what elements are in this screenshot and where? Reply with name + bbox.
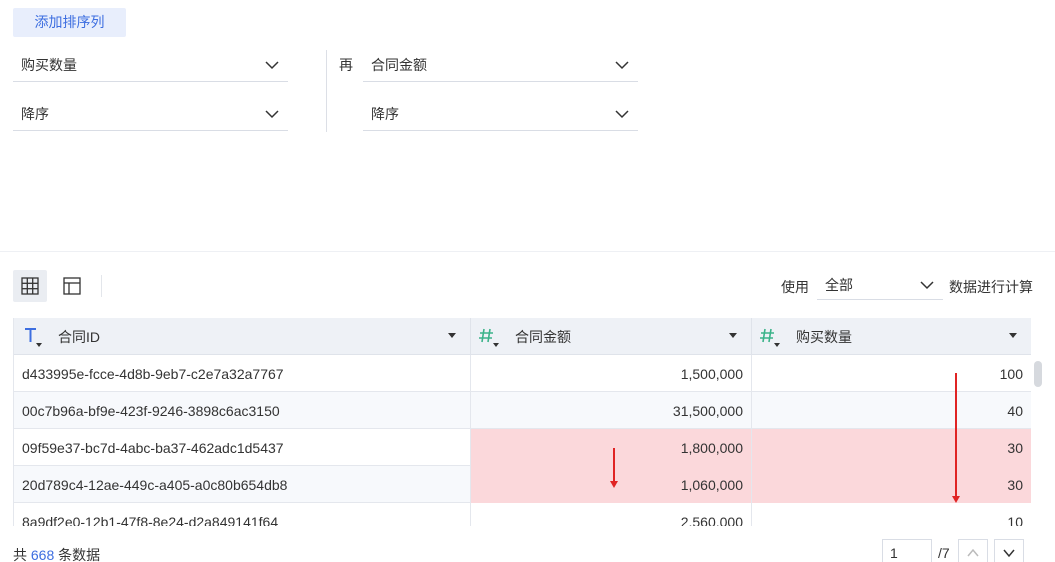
sort-divider (326, 50, 327, 132)
chevron-down-icon (920, 280, 934, 289)
sort-arrow-amount-annotation (610, 448, 618, 488)
purchase-qty-cell: 30 (752, 466, 1031, 503)
layout-icon (63, 277, 81, 295)
toolbar-divider (101, 275, 102, 297)
primary-sort-order-select[interactable]: 降序 (13, 97, 288, 131)
chevron-down-icon (265, 60, 279, 69)
calc-label: 数据进行计算 (949, 279, 1033, 295)
contract-id-cell: 09f59e37-bc7d-4abc-ba37-462adc1d5437 (14, 429, 471, 466)
contract-id-cell: d433995e-fcce-4d8b-9eb7-c2e7a32a7767 (14, 355, 471, 392)
then-label: 再 (339, 57, 353, 73)
layout-view-button[interactable] (55, 270, 89, 302)
grid-view-button[interactable] (13, 270, 47, 302)
column-header-contract-amount[interactable]: 合同金额 (471, 318, 752, 355)
record-count-prefix: 共 (13, 547, 27, 562)
secondary-sort-order-value: 降序 (371, 105, 399, 122)
record-count: 共 668 条数据 (13, 545, 100, 562)
contract-amount-cell: 2,560,000 (471, 503, 752, 526)
table-header: 合同ID 合同金额 购买数量 (14, 318, 1031, 355)
table-row: 09f59e37-bc7d-4abc-ba37-462adc1d5437 1,8… (14, 429, 1031, 466)
number-type-icon (760, 326, 782, 348)
purchase-qty-cell: 100 (752, 355, 1031, 392)
column-header-label: 合同ID (58, 328, 100, 345)
primary-sort-field-value: 购买数量 (21, 56, 77, 73)
contract-amount-cell: 31,500,000 (471, 392, 752, 429)
table-row: 8a9df2e0-12b1-47f8-8e24-d2a849141f64 2,5… (14, 503, 1031, 526)
add-sort-column-button[interactable]: 添加排序列 (13, 8, 126, 37)
purchase-qty-cell: 40 (752, 392, 1031, 429)
chevron-down-icon (265, 109, 279, 118)
next-page-button[interactable] (994, 539, 1024, 562)
contract-id-cell: 00c7b96a-bf9e-423f-9246-3898c6ac3150 (14, 392, 471, 429)
column-menu-caret-icon[interactable] (1009, 333, 1017, 338)
column-header-label: 合同金额 (515, 328, 571, 345)
table-row: 20d789c4-12ae-449c-a405-a0c80b654db8 1,0… (14, 466, 1031, 503)
chevron-down-icon (615, 60, 629, 69)
prev-page-button[interactable] (958, 539, 988, 562)
secondary-sort-field-value: 合同金额 (371, 56, 427, 73)
chevron-up-icon (967, 548, 979, 557)
text-type-icon (22, 326, 44, 348)
data-preview-table: 合同ID 合同金额 购买数量 d433995e-fcce-4d8b-9eb7-c… (13, 318, 1031, 526)
grid-icon (21, 277, 39, 295)
sort-config-panel: 添加排序列 购买数量 降序 再 合同金额 降序 (0, 0, 1055, 252)
purchase-qty-cell: 10 (752, 503, 1031, 527)
contract-amount-cell: 1,500,000 (471, 355, 752, 392)
contract-id-cell: 20d789c4-12ae-449c-a405-a0c80b654db8 (14, 466, 471, 503)
contract-amount-cell: 1,800,000 (471, 429, 752, 466)
record-count-suffix: 条数据 (58, 547, 101, 562)
primary-sort-field-select[interactable]: 购买数量 (13, 48, 288, 82)
column-menu-caret-icon[interactable] (448, 333, 456, 338)
column-header-contract-id[interactable]: 合同ID (14, 318, 471, 355)
primary-sort-order-value: 降序 (21, 105, 49, 122)
page-number-input[interactable] (882, 539, 932, 562)
table-scrollbar[interactable] (1034, 361, 1042, 387)
table-row: 00c7b96a-bf9e-423f-9246-3898c6ac3150 31,… (14, 392, 1031, 429)
secondary-sort-order-select[interactable]: 降序 (363, 97, 638, 131)
number-type-icon (479, 326, 501, 348)
data-scope-value: 全部 (825, 276, 853, 293)
secondary-sort-field-select[interactable]: 合同金额 (363, 48, 638, 82)
table-row: d433995e-fcce-4d8b-9eb7-c2e7a32a7767 1,5… (14, 355, 1031, 392)
use-label: 使用 (781, 279, 809, 295)
page-total: /7 (938, 545, 950, 561)
data-scope-select[interactable]: 全部 (817, 270, 943, 300)
purchase-qty-cell: 30 (752, 429, 1031, 466)
chevron-down-icon (615, 109, 629, 118)
record-count-value: 668 (30, 547, 55, 562)
column-header-label: 购买数量 (796, 328, 852, 345)
column-header-purchase-qty[interactable]: 购买数量 (752, 318, 1031, 355)
contract-id-cell: 8a9df2e0-12b1-47f8-8e24-d2a849141f64 (14, 503, 471, 526)
chevron-down-icon (1003, 549, 1015, 558)
column-menu-caret-icon[interactable] (729, 333, 737, 338)
sort-arrow-qty-annotation (952, 373, 960, 503)
